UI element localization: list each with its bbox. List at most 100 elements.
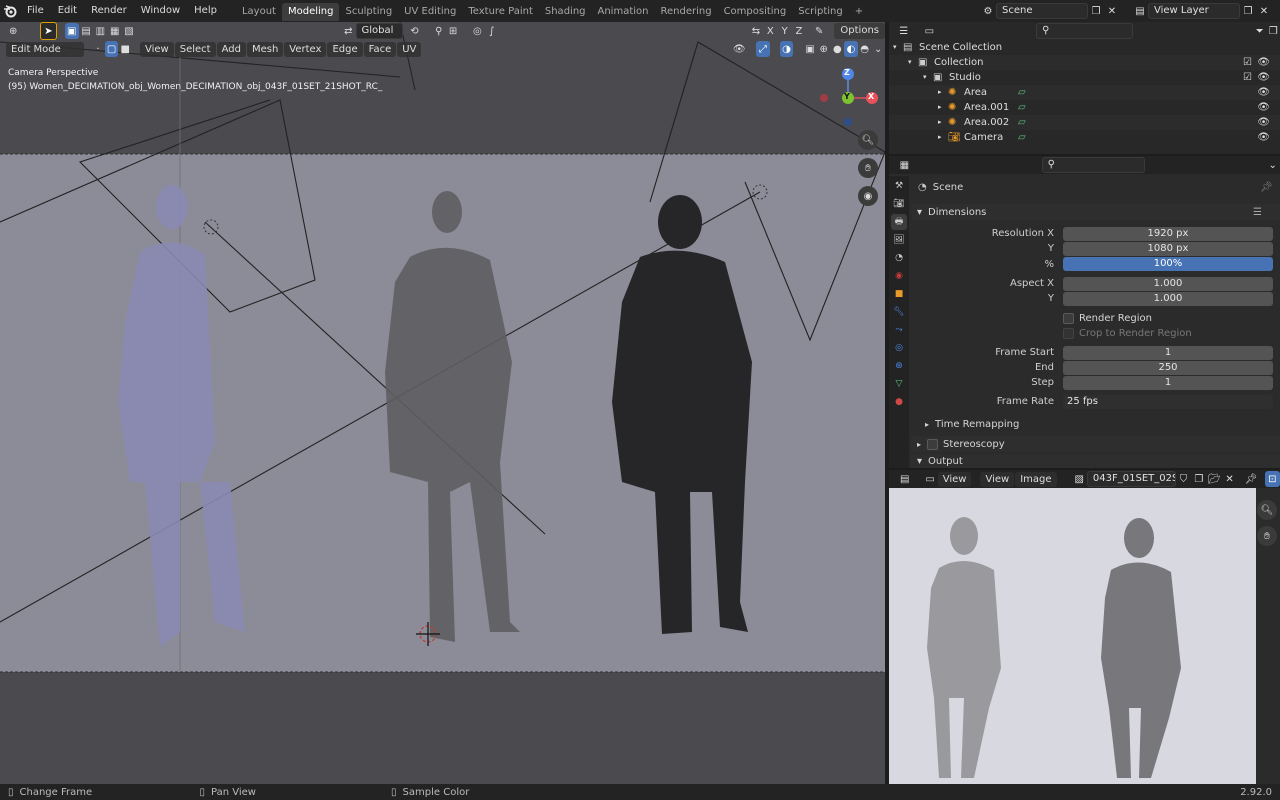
menu-file[interactable]: File [20, 0, 51, 22]
scene-icon[interactable]: ⚙ [980, 3, 996, 19]
orientation-dropdown[interactable]: Global [355, 23, 404, 39]
outliner-row[interactable]: ▸ ✺ Area.001 ▱ 👁︎ [889, 100, 1280, 115]
visibility-eye-icon[interactable]: 👁︎ [1257, 100, 1270, 115]
tab-animation[interactable]: Animation [592, 3, 655, 21]
outliner-search-input[interactable]: ⚲ [1036, 23, 1133, 39]
tab-uv-editing[interactable]: UV Editing [398, 3, 462, 21]
pin-icon[interactable]: 📌︎ [1260, 182, 1273, 193]
delete-view-layer-icon[interactable]: ✕ [1256, 3, 1272, 19]
visibility-icon[interactable]: 👁︎ [732, 41, 746, 57]
gizmo-toggle-icon[interactable]: ⤢ [756, 41, 770, 57]
frame-end-field[interactable]: 250 [1063, 361, 1273, 375]
menu-edit[interactable]: Edit [51, 0, 84, 22]
select-box-icon[interactable]: ▣ [64, 23, 79, 39]
tab-scripting[interactable]: Scripting [792, 3, 848, 21]
frame-step-field[interactable]: 1 [1063, 376, 1273, 390]
view-layer-icon[interactable]: ▤ [1132, 3, 1148, 19]
scene-tab-icon[interactable]: ◔ [891, 250, 907, 266]
outliner-row[interactable]: ▸ 📷︎ Camera ▱ 👁︎ [889, 130, 1280, 145]
exclude-checkbox[interactable]: ☑ [1243, 70, 1252, 85]
visibility-eye-icon[interactable]: 👁︎ [1257, 130, 1270, 145]
constraints-tab-icon[interactable]: ⊛ [891, 358, 907, 374]
snap-icon[interactable]: ⚲ [432, 23, 446, 39]
add-workspace-button[interactable]: + [849, 3, 869, 21]
dimensions-panel-header[interactable]: ▾ Dimensions ☰ [911, 204, 1280, 220]
crop-region-checkbox[interactable] [1063, 328, 1074, 339]
menu-view[interactable]: View [139, 41, 174, 57]
blender-logo-icon[interactable] [0, 4, 20, 18]
menu-window[interactable]: Window [134, 0, 187, 22]
outliner-editor-icon[interactable]: ☰ [897, 23, 911, 39]
zoom-icon[interactable]: 🔍︎ [858, 130, 878, 150]
options-button[interactable]: Options [834, 23, 885, 39]
view-layer-field[interactable]: View Layer [1148, 3, 1240, 19]
crop-region-row[interactable]: Crop to Render Region [1063, 328, 1192, 339]
unlink-image-icon[interactable]: ✕ [1222, 471, 1237, 487]
menu-help[interactable]: Help [187, 0, 224, 22]
view-mode-icon[interactable]: ▭ [922, 471, 937, 487]
new-collection-icon[interactable]: ❐ [1266, 23, 1280, 39]
display-mode-icon[interactable]: ▭ [923, 23, 937, 39]
3d-viewport[interactable]: Camera Perspective (95) Women_DECIMATION… [0, 22, 885, 784]
delete-scene-icon[interactable]: ✕ [1104, 3, 1120, 19]
resolution-percent-slider[interactable]: 100% [1063, 257, 1273, 271]
render-region-row[interactable]: Render Region [1063, 313, 1152, 324]
outliner-row[interactable]: ▸ ✺ Area.002 ▱ 👁︎ [889, 115, 1280, 130]
image-pan-icon[interactable]: ✋︎ [1257, 526, 1277, 546]
expand-arrow-icon[interactable]: ▾ [893, 40, 897, 55]
aspect-y-field[interactable]: 1.000 [1063, 292, 1273, 306]
expand-arrow-icon[interactable]: ▾ [923, 70, 927, 85]
select-subtract-icon[interactable]: ▥ [93, 23, 107, 39]
outliner-row[interactable]: ▾ ▣ Studio ☑ 👁︎ [889, 70, 1280, 85]
open-image-icon[interactable]: 📂︎ [1207, 471, 1222, 487]
view-layer-tab-icon[interactable]: 🖼︎ [891, 232, 907, 248]
tool-tab-icon[interactable]: ⚒ [891, 178, 907, 194]
editor-type-icon[interactable]: ⊕ [6, 23, 20, 39]
material-shading-icon[interactable]: ◐ [844, 41, 858, 57]
view-mode-dropdown[interactable]: View [937, 471, 972, 487]
resolution-y-field[interactable]: 1080 px [1063, 242, 1273, 256]
menu-face[interactable]: Face [363, 41, 397, 57]
xray-icon[interactable]: ▣ [803, 41, 817, 57]
world-tab-icon[interactable]: ◉ [891, 268, 907, 284]
output-panel-header[interactable]: ▾ Output [911, 454, 1280, 468]
tab-rendering[interactable]: Rendering [654, 3, 717, 21]
menu-render[interactable]: Render [84, 0, 134, 22]
vertex-select-icon[interactable]: · [91, 41, 105, 57]
visibility-eye-icon[interactable]: 👁︎ [1257, 70, 1270, 85]
solid-shading-icon[interactable]: ● [831, 41, 845, 57]
face-select-icon[interactable]: ■ [118, 41, 132, 57]
select-invert-icon[interactable]: ▦ [108, 23, 122, 39]
axis-z-toggle[interactable]: Z [792, 23, 806, 39]
shading-options-icon[interactable]: ⌄ [871, 41, 885, 57]
visibility-eye-icon[interactable]: 👁︎ [1257, 55, 1270, 70]
output-tab-icon[interactable]: 🖶︎ [891, 214, 907, 230]
new-view-layer-icon[interactable]: ❐ [1240, 3, 1256, 19]
expand-arrow-icon[interactable]: ▸ [938, 100, 942, 115]
object-tab-icon[interactable]: ■ [891, 286, 907, 302]
frame-rate-dropdown[interactable]: 25 fps [1063, 395, 1273, 409]
rendered-shading-icon[interactable]: ◓ [858, 41, 872, 57]
new-image-icon[interactable]: ❐ [1191, 471, 1206, 487]
stereoscopy-checkbox[interactable] [927, 438, 939, 450]
render-region-checkbox[interactable] [1063, 313, 1074, 324]
physics-tab-icon[interactable]: ◎ [891, 340, 907, 356]
rendered-image[interactable] [889, 488, 1256, 784]
outliner-row[interactable]: ▾ ▤ Scene Collection [889, 40, 1280, 55]
properties-search-input[interactable]: ⚲ [1041, 157, 1146, 173]
image-name-field[interactable]: 043F_01SET_02SH... [1086, 471, 1176, 487]
menu-image[interactable]: Image [1015, 471, 1057, 487]
pan-hand-icon[interactable]: ✋︎ [858, 158, 878, 178]
outliner-row[interactable]: ▸ ✺ Area ▱ 👁︎ [889, 85, 1280, 100]
resolution-x-field[interactable]: 1920 px [1063, 227, 1273, 241]
wireframe-shading-icon[interactable]: ⊕ [817, 41, 831, 57]
edge-select-icon[interactable]: ▢ [104, 41, 119, 57]
render-tab-icon[interactable]: 📷︎ [891, 196, 907, 212]
navigation-gizmo[interactable]: Z X Y [815, 66, 880, 128]
frame-start-field[interactable]: 1 [1063, 346, 1273, 360]
filter-icon[interactable]: ⏷ [1253, 23, 1267, 39]
menu-select[interactable]: Select [174, 41, 216, 57]
tab-texture-paint[interactable]: Texture Paint [462, 3, 539, 21]
snap-target-icon[interactable]: ⊞ [446, 23, 460, 39]
tab-shading[interactable]: Shading [539, 3, 592, 21]
